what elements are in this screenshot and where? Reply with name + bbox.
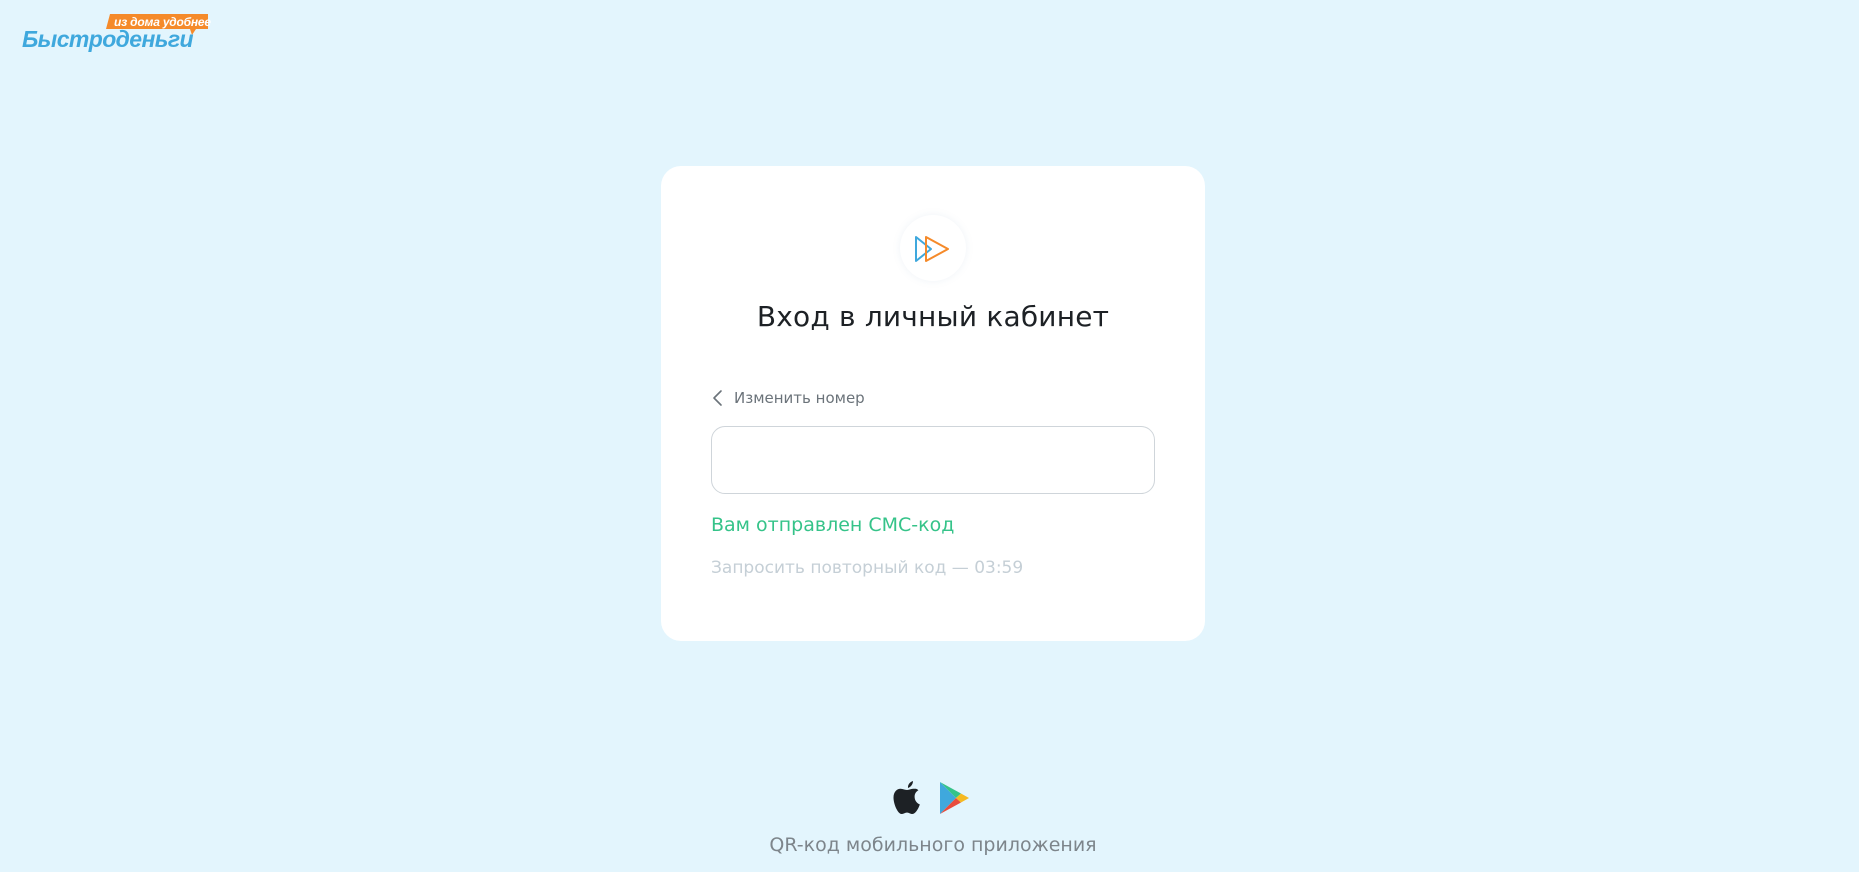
play-arrows-icon (900, 215, 966, 281)
apple-icon[interactable] (892, 780, 922, 816)
sms-sent-message: Вам отправлен СМС-код (711, 514, 955, 536)
resend-code-timer: Запросить повторный код — 03:59 (711, 558, 1024, 578)
sms-code-input[interactable] (711, 426, 1155, 494)
google-play-icon[interactable] (938, 781, 970, 815)
logo-wordmark: Быстроденьги (22, 26, 194, 52)
change-number-label: Изменить номер (734, 389, 865, 407)
brand-logo[interactable]: из дома удобнее Быстроденьги (22, 13, 211, 55)
app-store-links (892, 780, 970, 816)
login-card: Вход в личный кабинет Изменить номер Вам… (661, 166, 1205, 641)
qr-code-caption: QR-код мобильного приложения (769, 834, 1097, 856)
change-number-link[interactable]: Изменить номер (711, 388, 865, 408)
page-title: Вход в личный кабинет (756, 300, 1110, 333)
chevron-left-icon (711, 389, 725, 407)
